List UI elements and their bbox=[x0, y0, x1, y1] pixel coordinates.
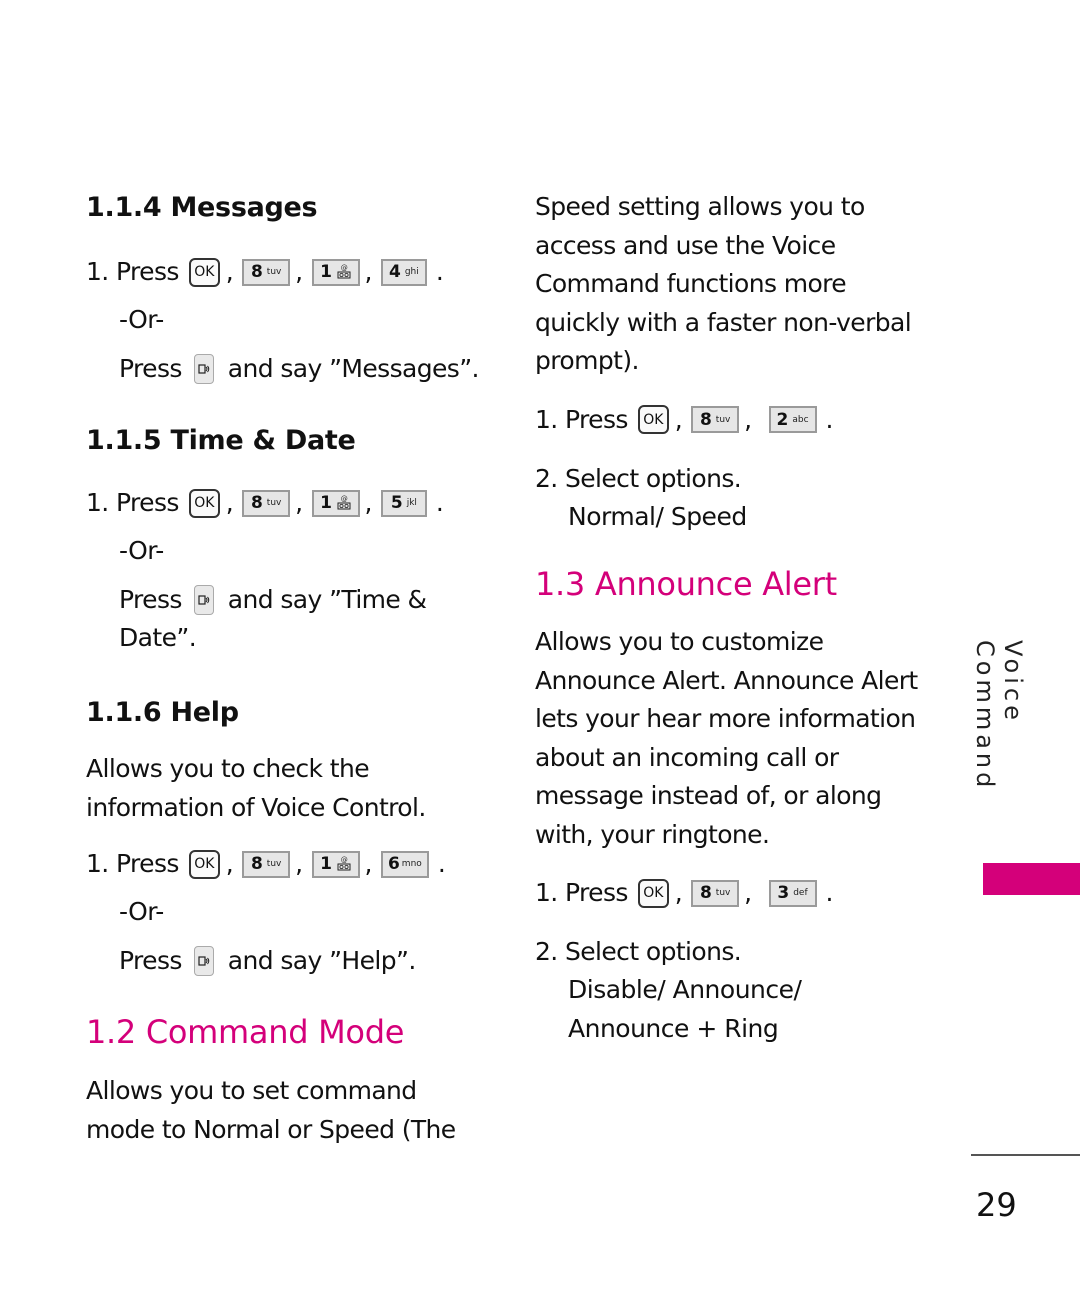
voice-command-key-icon bbox=[193, 354, 214, 384]
key-1-voicemail-icon: 1 @ bbox=[311, 258, 360, 286]
or-separator: -Or- bbox=[119, 305, 164, 334]
command-mode-options: Normal/ Speed bbox=[568, 501, 747, 531]
command-mode-heading: 1.2 Command Mode bbox=[86, 1013, 405, 1051]
comma: , bbox=[295, 257, 303, 286]
step-prefix: 1. Press bbox=[535, 878, 628, 907]
section-tab-marker bbox=[983, 863, 1080, 895]
comma: , bbox=[295, 849, 303, 878]
key-8-tuv-icon: 8 tuv bbox=[691, 879, 740, 907]
step-prefix: 1. Press bbox=[86, 488, 179, 517]
or-separator: -Or- bbox=[119, 897, 164, 926]
svg-text:@: @ bbox=[341, 495, 348, 503]
ok-key-icon: OK bbox=[188, 257, 220, 287]
announce-alert-step-2: 2. Select options. bbox=[535, 937, 742, 966]
or-separator: -Or- bbox=[119, 536, 164, 565]
command-mode-step-2: 2. Select options. bbox=[535, 463, 742, 493]
comma: , bbox=[225, 488, 234, 517]
voice-instruction: and say ”Time & bbox=[227, 585, 427, 614]
period: . bbox=[435, 257, 444, 286]
messages-step-1: 1. Press OK, 8 tuv, 1 @, 4 ghi. bbox=[86, 253, 506, 291]
key-2-abc-icon: 2 abc bbox=[768, 406, 817, 433]
ok-key-icon: OK bbox=[637, 878, 669, 908]
time-date-step-1: 1. Press OK, 8 tuv, 1 @, 5 jkl. bbox=[86, 484, 506, 522]
comma: , bbox=[225, 849, 234, 878]
step-prefix: 1. Press bbox=[86, 257, 179, 286]
comma: , bbox=[225, 257, 234, 286]
comma: , bbox=[674, 404, 683, 434]
voice-command-key-icon bbox=[193, 946, 214, 976]
messages-voice-step: Press and say ”Messages”. bbox=[86, 350, 506, 388]
comma: , bbox=[364, 257, 373, 286]
help-description: Allows you to check the information of V… bbox=[86, 754, 426, 822]
step-prefix: 1. Press bbox=[86, 849, 179, 878]
command-mode-description-cont: Speed setting allows you to access and u… bbox=[535, 192, 912, 375]
comma: , bbox=[295, 488, 303, 517]
press-label: Press bbox=[119, 585, 182, 614]
command-mode-step-1: 1. Press OK, 8 tuv, 2 abc. bbox=[535, 401, 935, 439]
comma: , bbox=[364, 488, 373, 517]
help-heading: 1.1.6 Help bbox=[86, 697, 239, 728]
key-5-jkl-icon: 5 jkl bbox=[380, 489, 427, 517]
help-step-1: 1. Press OK, 8 tuv, 1 @, 6 mno. bbox=[86, 845, 506, 883]
voice-instruction: and say ”Messages”. bbox=[227, 354, 480, 383]
ok-key-icon: OK bbox=[188, 849, 220, 879]
key-8-tuv-icon: 8 tuv bbox=[691, 406, 740, 433]
key-1-voicemail-icon: 1 @ bbox=[311, 850, 360, 878]
announce-alert-step-1: 1. Press OK, 8 tuv, 3 def. bbox=[535, 874, 935, 912]
key-8-tuv-icon: 8 tuv bbox=[242, 489, 291, 517]
voice-command-key-icon bbox=[193, 585, 214, 615]
key-8-tuv-icon: 8 tuv bbox=[242, 258, 291, 286]
time-date-voice-step: Press and say ”Time & bbox=[86, 581, 506, 619]
section-side-label: Voice Command bbox=[971, 640, 1027, 792]
voice-instruction-cont: Date”. bbox=[119, 623, 197, 652]
time-date-heading: 1.1.5 Time & Date bbox=[86, 425, 356, 456]
comma: , bbox=[744, 878, 752, 907]
key-1-voicemail-icon: 1 @ bbox=[311, 489, 360, 517]
key-6-mno-icon: 6 mno bbox=[380, 850, 429, 878]
ok-key-icon: OK bbox=[188, 488, 220, 518]
voice-instruction: and say ”Help”. bbox=[227, 946, 417, 975]
footer-divider bbox=[971, 1154, 1080, 1156]
press-label: Press bbox=[119, 354, 182, 383]
page-number: 29 bbox=[976, 1186, 1017, 1224]
left-column: 1.1.4 Messages 1. Press OK, 8 tuv, 1 @, 4g… bbox=[86, 188, 506, 1149]
announce-alert-description: Allows you to customize Announce Alert. … bbox=[535, 627, 918, 849]
comma: , bbox=[744, 404, 752, 434]
announce-alert-options: Disable/ Announce/ Announce + Ring bbox=[568, 975, 802, 1043]
key-3-def-icon: 3 def bbox=[768, 879, 817, 907]
help-voice-step: Press and say ”Help”. bbox=[86, 942, 506, 980]
period: . bbox=[437, 849, 446, 878]
key-4-ghi-icon: 4 ghi bbox=[380, 258, 427, 286]
period: . bbox=[435, 488, 444, 517]
comma: , bbox=[674, 878, 683, 907]
comma: , bbox=[364, 849, 373, 878]
svg-text:@: @ bbox=[341, 856, 348, 864]
period: . bbox=[825, 404, 834, 434]
messages-heading: 1.1.4 Messages bbox=[86, 192, 318, 223]
key-8-tuv-icon: 8 tuv bbox=[242, 850, 291, 878]
period: . bbox=[825, 878, 834, 907]
svg-text:@: @ bbox=[341, 264, 348, 272]
ok-key-icon: OK bbox=[637, 405, 669, 434]
command-mode-description: Allows you to set command mode to Normal… bbox=[86, 1076, 456, 1144]
right-column: Speed setting allows you to access and u… bbox=[535, 188, 935, 1048]
announce-alert-heading: 1.3 Announce Alert bbox=[535, 565, 837, 603]
step-prefix: 1. Press bbox=[535, 404, 628, 434]
press-label: Press bbox=[119, 946, 182, 975]
